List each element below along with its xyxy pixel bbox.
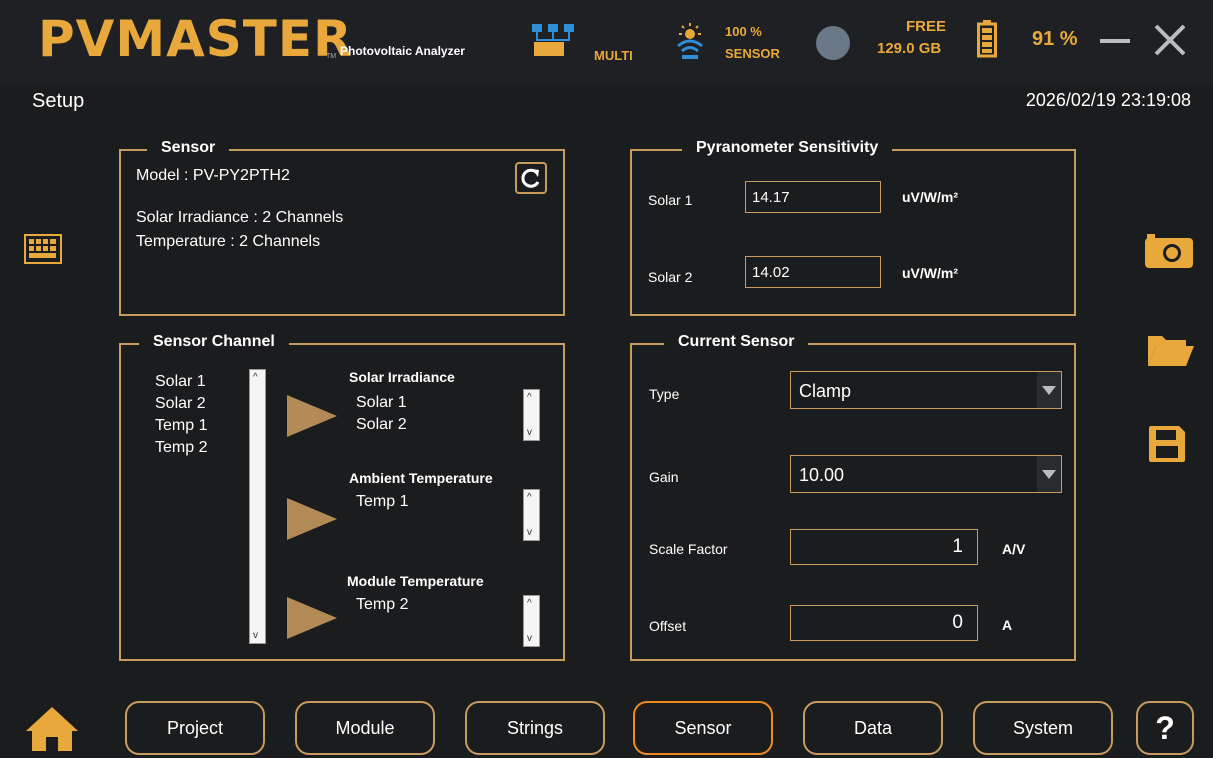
type-dropdown[interactable]: Clamp [790, 371, 1062, 409]
solar2-sensitivity-input[interactable] [745, 256, 881, 288]
nav-data-button[interactable]: Data [803, 701, 943, 755]
battery-icon [977, 20, 997, 63]
nav-module-button[interactable]: Module [295, 701, 435, 755]
solar2-unit: uV/W/m² [902, 265, 958, 281]
solar1-label: Solar 1 [648, 192, 693, 208]
assign-irradiance-button[interactable] [287, 395, 337, 437]
scale-factor-unit: A/V [1002, 541, 1026, 557]
nav-project-button[interactable]: Project [125, 701, 265, 755]
irradiance-item[interactable]: Solar 2 [356, 414, 407, 436]
logo-trademark: TM [326, 53, 337, 60]
ambient-item[interactable]: Temp 1 [356, 493, 408, 511]
current-sensor-panel-title: Current Sensor [664, 333, 809, 351]
multi-channel-icon [530, 22, 578, 63]
refresh-icon [521, 168, 540, 188]
help-button[interactable]: ? [1136, 701, 1194, 755]
solar1-unit: uV/W/m² [902, 189, 958, 205]
home-icon [26, 707, 78, 751]
sensor-irradiance-channels: Solar Irradiance : 2 Channels [136, 209, 344, 226]
offset-input[interactable] [790, 605, 978, 641]
refresh-button[interactable] [515, 162, 547, 194]
app-subtitle: Photovoltaic Analyzer [340, 44, 465, 58]
assign-ambient-button[interactable] [287, 498, 337, 540]
close-icon[interactable] [1152, 22, 1188, 63]
keyboard-icon[interactable] [24, 234, 62, 269]
scale-factor-input[interactable] [790, 529, 978, 565]
chevron-down-icon [1037, 456, 1061, 492]
home-button[interactable] [24, 705, 80, 758]
nav-sensor-button[interactable]: Sensor [633, 701, 773, 755]
irradiance-list[interactable]: Solar 1 Solar 2 [356, 392, 407, 436]
gain-label: Gain [649, 469, 679, 485]
gain-value: 10.00 [799, 465, 845, 485]
ambient-list[interactable]: Temp 1 [356, 493, 408, 511]
channel-list-item[interactable]: Solar 1 [155, 371, 207, 393]
sensor-channel-panel: Sensor Channel Solar 1 Solar 2 Temp 1 Te… [119, 333, 565, 661]
type-label: Type [649, 386, 680, 402]
chevron-down-icon [1037, 372, 1061, 408]
nav-system-button[interactable]: System [973, 701, 1113, 755]
sensor-model: Model : PV-PY2PTH2 [136, 167, 290, 184]
sensor-signal-value: 100 % [725, 24, 762, 39]
offset-label: Offset [649, 618, 687, 634]
pyranometer-panel-title: Pyranometer Sensitivity [682, 139, 893, 157]
offset-unit: A [1002, 617, 1013, 633]
battery-percent: 91 % [1032, 28, 1078, 50]
module-temp-item[interactable]: Temp 2 [356, 596, 408, 614]
folder-icon[interactable] [1146, 332, 1194, 373]
module-temp-scrollbar[interactable]: ^ v [523, 595, 540, 647]
nav-strings-button[interactable]: Strings [465, 701, 605, 755]
page-title: Setup [32, 90, 85, 112]
top-bar: PVMASTER TM Photovoltaic Analyzer MULTI … [0, 0, 1213, 84]
sensor-panel-title: Sensor [147, 139, 230, 157]
pyranometer-panel: Pyranometer Sensitivity Solar 1 uV/W/m² … [630, 139, 1076, 316]
sensor-panel: Sensor Model : PV-PY2PTH2 Solar Irradian… [119, 139, 565, 316]
assign-module-button[interactable] [287, 597, 337, 639]
app-logo: PVMASTER [38, 10, 353, 68]
scale-factor-label: Scale Factor [649, 541, 728, 557]
solar1-sensitivity-input[interactable] [745, 181, 881, 213]
save-icon[interactable] [1147, 424, 1187, 469]
channel-list-scrollbar[interactable]: ^ v [249, 369, 266, 644]
free-label: FREE [906, 18, 947, 35]
sensor-channel-panel-title: Sensor Channel [139, 333, 289, 351]
solar2-label: Solar 2 [648, 269, 693, 285]
channel-list-item[interactable]: Solar 2 [155, 393, 207, 415]
sensor-signal-icon [670, 22, 710, 67]
channel-list[interactable]: Solar 1 Solar 2 Temp 1 Temp 2 [155, 371, 207, 459]
sensor-temperature-channels: Temperature : 2 Channels [136, 233, 321, 250]
module-temp-title: Module Temperature [347, 573, 484, 589]
channel-list-item[interactable]: Temp 1 [155, 415, 207, 437]
datetime: 2026/02/19 23:19:08 [1025, 90, 1191, 110]
ambient-scrollbar[interactable]: ^ v [523, 489, 540, 541]
sensor-label: SENSOR [725, 46, 780, 61]
irradiance-scrollbar[interactable]: ^ v [523, 389, 540, 441]
gain-dropdown[interactable]: 10.00 [790, 455, 1062, 493]
irradiance-title: Solar Irradiance [349, 369, 455, 385]
module-temp-list[interactable]: Temp 2 [356, 596, 408, 614]
type-value: Clamp [799, 381, 852, 401]
minimize-icon[interactable] [1100, 39, 1130, 43]
irradiance-item[interactable]: Solar 1 [356, 392, 407, 414]
ambient-title: Ambient Temperature [349, 470, 493, 486]
current-sensor-panel: Current Sensor Type Clamp Gain 10.00 Sca… [630, 333, 1076, 661]
status-indicator [816, 26, 850, 60]
free-storage-value: 129.0 GB [877, 40, 942, 57]
multi-label: MULTI [594, 48, 633, 63]
channel-list-item[interactable]: Temp 2 [155, 437, 207, 459]
camera-icon[interactable] [1145, 230, 1193, 273]
